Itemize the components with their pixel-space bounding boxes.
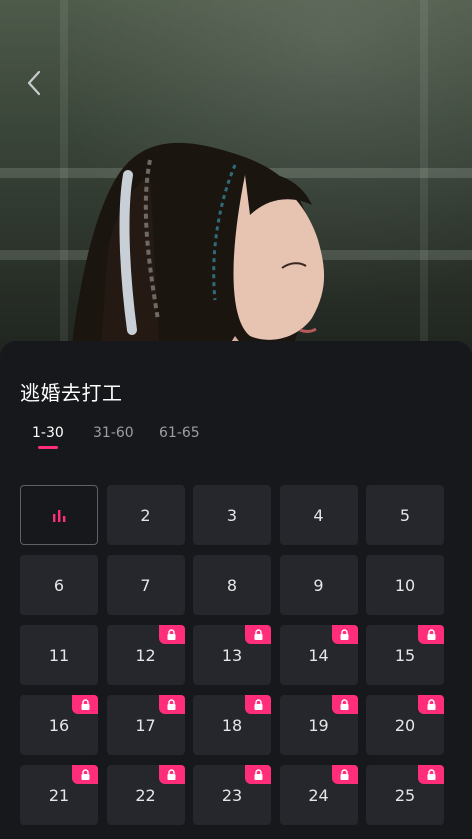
episode-tile[interactable]: 9 bbox=[279, 555, 358, 615]
locked-badge bbox=[158, 625, 185, 644]
episode-grid: 2 3 4 5 6 7 8 9 10 11 12 13 14 15 16 17 18 19 20 21 22 23 24 25 bbox=[20, 485, 444, 825]
locked-badge bbox=[72, 695, 98, 714]
playing-bars-icon bbox=[53, 510, 66, 522]
episode-number: 17 bbox=[135, 715, 156, 735]
episode-tile[interactable]: 7 bbox=[106, 555, 185, 615]
episode-number: 18 bbox=[221, 715, 243, 735]
range-tab-31-60[interactable]: 31-60 bbox=[93, 425, 134, 441]
locked-badge bbox=[331, 765, 358, 784]
lock-icon bbox=[167, 698, 176, 710]
lock-icon bbox=[340, 628, 349, 640]
episode-tile[interactable]: 6 bbox=[20, 555, 98, 615]
locked-badge bbox=[245, 695, 271, 714]
back-button[interactable] bbox=[18, 66, 50, 100]
episode-number: 20 bbox=[394, 715, 416, 735]
episode-sheet: 逃婚去打工 1-30 31-60 61-65 2 3 4 5 6 7 8 9 10 11 12 13 1… bbox=[0, 341, 472, 839]
episode-tile[interactable]: 20 bbox=[366, 695, 444, 755]
episode-tile[interactable]: 11 bbox=[20, 625, 98, 685]
range-tab-label: 31-60 bbox=[93, 425, 134, 441]
episode-number: 3 bbox=[226, 505, 238, 525]
episode-number: 12 bbox=[135, 645, 156, 665]
episode-tile[interactable]: 14 bbox=[279, 625, 358, 685]
episode-number: 13 bbox=[221, 645, 243, 665]
range-tab-label: 1-30 bbox=[32, 425, 64, 441]
episode-tile[interactable]: 19 bbox=[279, 695, 358, 755]
episode-number: 4 bbox=[313, 505, 324, 525]
episode-tile[interactable]: 22 bbox=[106, 765, 185, 825]
locked-badge bbox=[158, 695, 185, 714]
lock-icon bbox=[81, 768, 89, 780]
episode-tile[interactable]: 15 bbox=[366, 625, 444, 685]
episode-number: 24 bbox=[308, 785, 329, 805]
locked-badge bbox=[245, 765, 271, 784]
episode-tile[interactable]: 16 bbox=[20, 695, 98, 755]
episode-tile[interactable]: 24 bbox=[279, 765, 358, 825]
episode-number: 7 bbox=[140, 575, 151, 595]
episode-number: 9 bbox=[313, 575, 324, 595]
range-tab-1-30[interactable]: 1-30 bbox=[32, 425, 64, 449]
locked-badge bbox=[245, 625, 271, 644]
lock-icon bbox=[254, 768, 262, 780]
range-tab-61-65[interactable]: 61-65 bbox=[159, 425, 200, 441]
lock-icon bbox=[340, 698, 349, 710]
episode-number: 11 bbox=[48, 645, 70, 665]
episode-number: 22 bbox=[135, 785, 156, 805]
episode-number: 25 bbox=[394, 785, 416, 805]
episode-tile-current[interactable] bbox=[20, 485, 98, 545]
episode-number: 14 bbox=[308, 645, 329, 665]
episode-tile[interactable]: 17 bbox=[106, 695, 185, 755]
episode-tile[interactable]: 4 bbox=[279, 485, 358, 545]
locked-badge bbox=[418, 625, 444, 644]
range-tab-label: 61-65 bbox=[159, 425, 200, 441]
episode-tile[interactable]: 23 bbox=[193, 765, 271, 825]
locked-badge bbox=[158, 765, 185, 784]
episode-tile[interactable]: 8 bbox=[193, 555, 271, 615]
lock-icon bbox=[254, 698, 262, 710]
episode-number: 23 bbox=[221, 785, 243, 805]
locked-badge bbox=[418, 765, 444, 784]
episode-number: 15 bbox=[394, 645, 416, 665]
locked-badge bbox=[331, 625, 358, 644]
active-tab-indicator bbox=[37, 446, 58, 449]
episode-number: 5 bbox=[399, 505, 411, 525]
lock-icon bbox=[81, 698, 89, 710]
drama-title: 逃婚去打工 bbox=[20, 381, 123, 405]
lock-icon bbox=[427, 698, 435, 710]
episode-tile[interactable]: 2 bbox=[106, 485, 185, 545]
episode-tile[interactable]: 13 bbox=[193, 625, 271, 685]
lock-icon bbox=[427, 628, 435, 640]
episode-number: 16 bbox=[48, 715, 70, 735]
episode-tile[interactable]: 10 bbox=[366, 555, 444, 615]
locked-badge bbox=[72, 765, 98, 784]
episode-tile[interactable]: 5 bbox=[366, 485, 444, 545]
video-frame-person bbox=[70, 142, 325, 360]
video-player[interactable] bbox=[0, 0, 472, 360]
locked-badge bbox=[418, 695, 444, 714]
lock-icon bbox=[254, 628, 262, 640]
episode-number: 19 bbox=[308, 715, 329, 735]
episode-number: 10 bbox=[394, 575, 416, 595]
lock-icon bbox=[427, 768, 435, 780]
episode-number: 8 bbox=[226, 575, 238, 595]
episode-tile[interactable]: 12 bbox=[106, 625, 185, 685]
episode-tile[interactable]: 3 bbox=[193, 485, 271, 545]
episode-number: 21 bbox=[48, 785, 70, 805]
episode-number: 2 bbox=[140, 505, 151, 525]
locked-badge bbox=[331, 695, 358, 714]
lock-icon bbox=[167, 768, 176, 780]
lock-icon bbox=[167, 628, 176, 640]
lock-icon bbox=[340, 768, 349, 780]
episode-tile[interactable]: 21 bbox=[20, 765, 98, 825]
episode-tile[interactable]: 25 bbox=[366, 765, 444, 825]
episode-tile[interactable]: 18 bbox=[193, 695, 271, 755]
chevron-left-icon bbox=[27, 70, 41, 96]
episode-number: 6 bbox=[53, 575, 65, 595]
